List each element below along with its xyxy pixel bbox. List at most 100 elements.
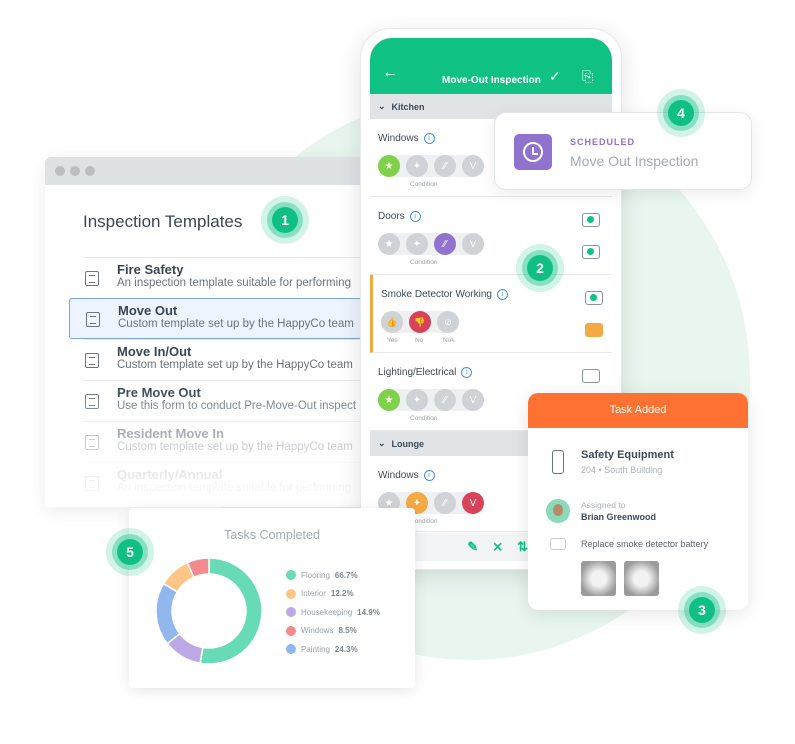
photo-thumbnail[interactable] [581,561,616,596]
condition-option[interactable]: ⁄⁄ [434,389,456,411]
template-name: Fire Safety [117,262,184,277]
phone-header: ← Move-Out Inspection ✓ ⎘ [370,38,612,94]
camera-empty-icon[interactable] [582,369,600,383]
info-icon[interactable]: i [423,470,435,481]
item-label-text: Smoke Detector Working [381,289,492,300]
legend-value: 66.7% [334,570,358,580]
avatar [546,499,570,523]
condition-option[interactable]: V [462,155,484,177]
section-name: Lounge [391,438,425,449]
item-label: Windows i [378,133,435,144]
legend-item: Windows 8.5% [286,622,380,641]
arrow-left-icon[interactable]: ← [382,64,398,82]
legend-item: Flooring 66.7% [286,566,380,585]
template-row[interactable]: Move Out Custom template set up by the Ha… [69,298,362,339]
template-icon [86,312,100,327]
option-caption: N/A [443,337,454,344]
legend-name: Windows [301,626,334,636]
assignee-name: Brian Greenwood [581,512,657,522]
yesno-option[interactable]: ⊘ [437,311,459,333]
fade-overlay [45,387,362,507]
legend-swatch [286,644,296,655]
condition-option[interactable]: ★ [378,155,400,177]
option-group: ★ ✦ ⁄⁄ V [378,155,484,177]
item-label-text: Doors [378,211,405,222]
info-icon[interactable]: i [409,211,421,222]
chevron-down-icon: ⌄ [378,101,386,111]
task-card[interactable]: Task Added Safety Equipment 204 • South … [528,393,748,610]
item-label-text: Windows [378,133,419,144]
legend-value: 8.5% [338,626,357,636]
legend-name: Painting [301,644,330,654]
page-title: Inspection Templates [83,212,243,231]
legend-swatch [286,607,296,618]
legend-name: Housekeeping [301,607,353,617]
condition-option[interactable]: ★ [378,389,400,411]
template-row[interactable]: Fire Safety An inspection template suitab… [83,257,362,298]
legend-item: Painting 24.3% [286,640,380,659]
info-icon[interactable]: i [461,367,473,378]
yesno-option[interactable]: 👎 [409,311,431,333]
condition-option[interactable]: V [462,389,484,411]
camera-icon[interactable] [582,213,600,227]
window-titlebar [45,157,362,185]
inspection-title: Move-Out Inspection [442,75,541,86]
item-label: Windows i [378,470,435,481]
template-desc: Custom template set up by the HappyCo te… [118,318,354,330]
task-header: Task Added [528,393,748,428]
legend-name: Interior [301,589,326,599]
sort-icon[interactable]: ⇅ [517,539,528,561]
condition-option[interactable]: ⁄⁄ [434,492,456,514]
condition-caption: Condition [410,259,438,266]
tasks-chart-card: Tasks Completed Flooring 66.7% Interior 12.… [129,508,415,688]
chart-title: Tasks Completed [224,528,320,542]
inspection-item: Doors i ★ ✦ ⁄⁄ V Condition [370,197,612,275]
chart-legend: Flooring 66.7% Interior 12.2% Housekeeping 14… [286,566,380,659]
comment-icon[interactable] [585,323,603,337]
check-circle-icon[interactable]: ✓ [549,68,561,85]
template-desc: An inspection template suitable for perf… [117,277,351,289]
condition-option[interactable]: ✦ [406,233,428,255]
collapse-icon[interactable]: ⨯ [492,539,503,561]
legend-swatch [286,570,296,581]
step-badge-1: 1 [261,196,309,244]
legend-item: Housekeeping 14.9% [286,603,380,622]
condition-caption: Condition [410,181,438,188]
chevron-down-icon: ⌄ [378,438,386,448]
window-dot [70,166,80,176]
condition-option[interactable]: ⁄⁄ [434,155,456,177]
inspection-item: Smoke Detector Working i Yes No N/A 👍 👎 ⊘ [370,275,612,353]
item-label: Lighting/Electrical i [378,367,473,378]
section-name: Kitchen [391,101,425,112]
condition-caption: Condition [410,415,438,422]
donut-slice-painting [155,582,181,645]
template-icon [85,271,99,286]
file-plus-icon[interactable]: ⎘ [582,68,593,85]
scheduled-card[interactable]: SCHEDULED Move Out Inspection [494,112,752,190]
comment-icon [550,538,566,550]
comment-check-icon[interactable] [582,245,600,259]
step-badge-4: 4 [657,89,705,137]
condition-option[interactable]: ⁄⁄ [434,233,456,255]
template-row[interactable]: Move In/Out Custom template set up by the… [83,339,362,380]
donut-chart [155,557,263,665]
condition-option[interactable]: ✦ [406,155,428,177]
camera-icon[interactable] [585,291,603,305]
photo-thumbnail[interactable] [624,561,659,596]
info-icon[interactable]: i [423,133,435,144]
condition-option[interactable]: ★ [378,233,400,255]
legend-item: Interior 12.2% [286,585,380,604]
window-dot [85,166,95,176]
condition-option[interactable]: ✦ [406,389,428,411]
template-name: Move Out [118,303,178,318]
item-label-text: Lighting/Electrical [378,367,457,378]
condition-option[interactable]: V [462,233,484,255]
condition-option[interactable]: V [462,492,484,514]
yesno-option[interactable]: 👍 [381,311,403,333]
edit-icon[interactable]: ✎ [467,539,478,561]
item-label: Smoke Detector Working i [381,289,508,300]
info-icon[interactable]: i [496,289,508,300]
option-caption: No [415,337,424,344]
legend-swatch [286,625,296,636]
clock-icon [514,134,552,170]
